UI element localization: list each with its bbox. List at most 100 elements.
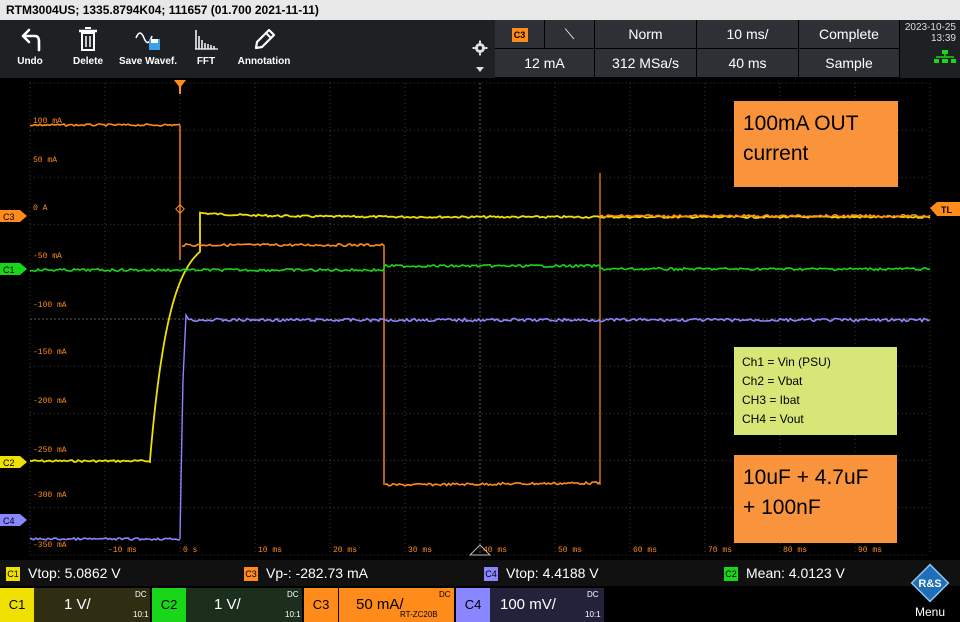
trigger-mode-button[interactable]: Norm — [595, 20, 697, 49]
trigger-mode-value: Norm — [628, 26, 663, 42]
rohde-schwarz-logo-icon: R&S — [910, 563, 950, 603]
undo-button[interactable]: Undo — [4, 20, 56, 78]
settings-button[interactable] — [470, 20, 490, 78]
trigger-position-marker-icon — [174, 80, 186, 88]
legend-line-1: Ch1 = Vin (PSU) — [742, 355, 831, 369]
x-tick-label: 0 s — [183, 546, 198, 555]
y-tick-label: 50 mA — [33, 156, 57, 165]
y-tick-label: -350 mA — [33, 541, 67, 550]
channel-3-scale: 50 mA/ — [356, 596, 404, 613]
trigger-level-marker-label: TL — [941, 205, 952, 215]
save-waveform-label: Save Wavef. — [119, 56, 177, 67]
menu-button[interactable]: R&S Menu — [900, 560, 960, 622]
trigger-channel-badge: C3 — [511, 28, 528, 43]
channel-3-badge: C3 — [304, 588, 339, 622]
measurement-4-channel: C2 — [724, 567, 738, 582]
trash-icon — [79, 27, 97, 51]
x-tick-label: 60 ms — [633, 546, 657, 555]
y-tick-label: -100 mA — [33, 301, 67, 310]
measurement-3[interactable]: C4 Vtop: 4.4188 V — [484, 564, 599, 582]
y-tick-label: -250 mA — [33, 446, 67, 455]
channel-2-settings[interactable]: C2 1 V/ DC 10:1 — [152, 588, 302, 622]
gear-icon — [472, 40, 488, 56]
out-current-line-2: current — [743, 142, 809, 165]
trigger-level-value: 12 mA — [524, 55, 565, 71]
channel-1-offset-marker-label: C1 — [3, 265, 15, 275]
annotation-button[interactable]: Annotation — [236, 20, 292, 78]
acquisition-state-button[interactable]: Complete — [799, 20, 900, 49]
y-tick-label: -200 mA — [33, 397, 67, 406]
y-tick-label: -150 mA — [33, 348, 67, 357]
channel-4-offset-marker-label: C4 — [3, 516, 15, 526]
channel-4-scale: 100 mV/ — [500, 596, 556, 613]
channel-2-offset-marker-label: C2 — [3, 458, 15, 468]
clock: 2023-10-25 13:39 — [900, 22, 960, 67]
x-tick-label: 90 ms — [858, 546, 882, 555]
acquisition-mode-value: Sample — [825, 55, 873, 71]
delete-button[interactable]: Delete — [62, 20, 114, 78]
save-waveform-icon — [135, 32, 160, 50]
y-tick-label: 0 A — [33, 204, 48, 213]
measurement-4-value: Mean: 4.0123 V — [746, 565, 845, 581]
save-waveform-button[interactable]: Save Wavef. — [118, 20, 178, 78]
pencil-icon — [254, 28, 276, 50]
menu-label: Menu — [914, 605, 946, 619]
legend-line-3: CH3 = Ibat — [742, 393, 800, 407]
trigger-slope-value: ⟍ — [564, 26, 575, 42]
acquisition-state-value: Complete — [819, 26, 879, 42]
measurement-3-value: Vtop: 4.4188 V — [506, 565, 599, 581]
x-tick-label: 50 ms — [558, 546, 582, 555]
trigger-level-button[interactable]: 12 mA — [495, 49, 595, 78]
channel-4-probe: 10:1 — [585, 610, 601, 619]
channel-1-settings[interactable]: C1 1 V/ DC 10:1 — [0, 588, 150, 622]
x-tick-label: -10 ms — [108, 546, 137, 555]
record-length-value: 40 ms — [728, 55, 767, 71]
caps-line-2: + 100nF — [743, 496, 821, 519]
x-tick-label: 10 ms — [258, 546, 282, 555]
channel-2-probe: 10:1 — [285, 610, 301, 619]
acquisition-mode-button[interactable]: Sample — [799, 49, 900, 78]
x-tick-label: 40 ms — [483, 546, 507, 555]
channel-2-scale: 1 V/ — [214, 596, 241, 613]
out-current-note[interactable]: 100mA OUT current — [734, 101, 898, 187]
network-icon — [934, 50, 956, 63]
channel-1-badge: C1 — [0, 588, 34, 622]
fft-button[interactable]: FFT — [180, 20, 232, 78]
chevron-down-icon — [476, 67, 484, 72]
fft-icon — [195, 30, 218, 50]
channel-4-coupling: DC — [587, 590, 599, 599]
channel-3-waveform-mid — [182, 242, 385, 248]
delete-label: Delete — [72, 56, 103, 67]
x-tick-label: 80 ms — [783, 546, 807, 555]
timebase-button[interactable]: 10 ms/ — [697, 20, 799, 49]
channel-legend-note[interactable]: Ch1 = Vin (PSU) Ch2 = Vbat CH3 = Ibat CH… — [734, 347, 897, 435]
fft-label: FFT — [196, 56, 216, 67]
annotation-label: Annotation — [237, 56, 291, 67]
x-tick-label: 30 ms — [408, 546, 432, 555]
undo-icon — [21, 28, 41, 52]
trigger-source-button[interactable]: C3 — [495, 20, 545, 49]
measurement-4[interactable]: C2 Mean: 4.0123 V — [724, 564, 845, 582]
channel-2-coupling: DC — [287, 590, 299, 599]
legend-line-4: CH4 = Vout — [742, 412, 804, 426]
trigger-slope-button[interactable]: ⟍ — [545, 20, 595, 49]
channel-4-edge — [179, 312, 190, 540]
channel-3-probe: RT-ZC20B — [400, 610, 438, 619]
x-tick-label: 70 ms — [708, 546, 732, 555]
capacitance-note[interactable]: 10uF + 4.7uF + 100nF — [734, 455, 897, 543]
record-length-button[interactable]: 40 ms — [697, 49, 799, 78]
channel-1-coupling: DC — [135, 590, 147, 599]
measurement-2-value: Vp-: -282.73 mA — [266, 565, 368, 581]
sample-rate-button[interactable]: 312 MSa/s — [595, 49, 697, 78]
measurement-2[interactable]: C3 Vp-: -282.73 mA — [244, 564, 368, 582]
sample-rate-value: 312 MSa/s — [612, 55, 679, 71]
out-current-line-1: 100mA OUT — [743, 112, 859, 135]
channel-4-settings[interactable]: C4 100 mV/ DC 10:1 — [456, 588, 604, 622]
undo-label: Undo — [17, 56, 43, 67]
measurement-1[interactable]: C1 Vtop: 5.0862 V — [6, 564, 121, 582]
channel-3-settings[interactable]: C3 50 mA/ DC RT-ZC20B — [304, 588, 454, 622]
legend-line-2: Ch2 = Vbat — [742, 374, 803, 388]
channel-3-coupling: DC — [439, 590, 451, 599]
date-text: 2023-10-25 — [904, 22, 956, 33]
window-title: RTM3004US; 1335.8794K04; 111657 (01.700 … — [0, 0, 960, 20]
